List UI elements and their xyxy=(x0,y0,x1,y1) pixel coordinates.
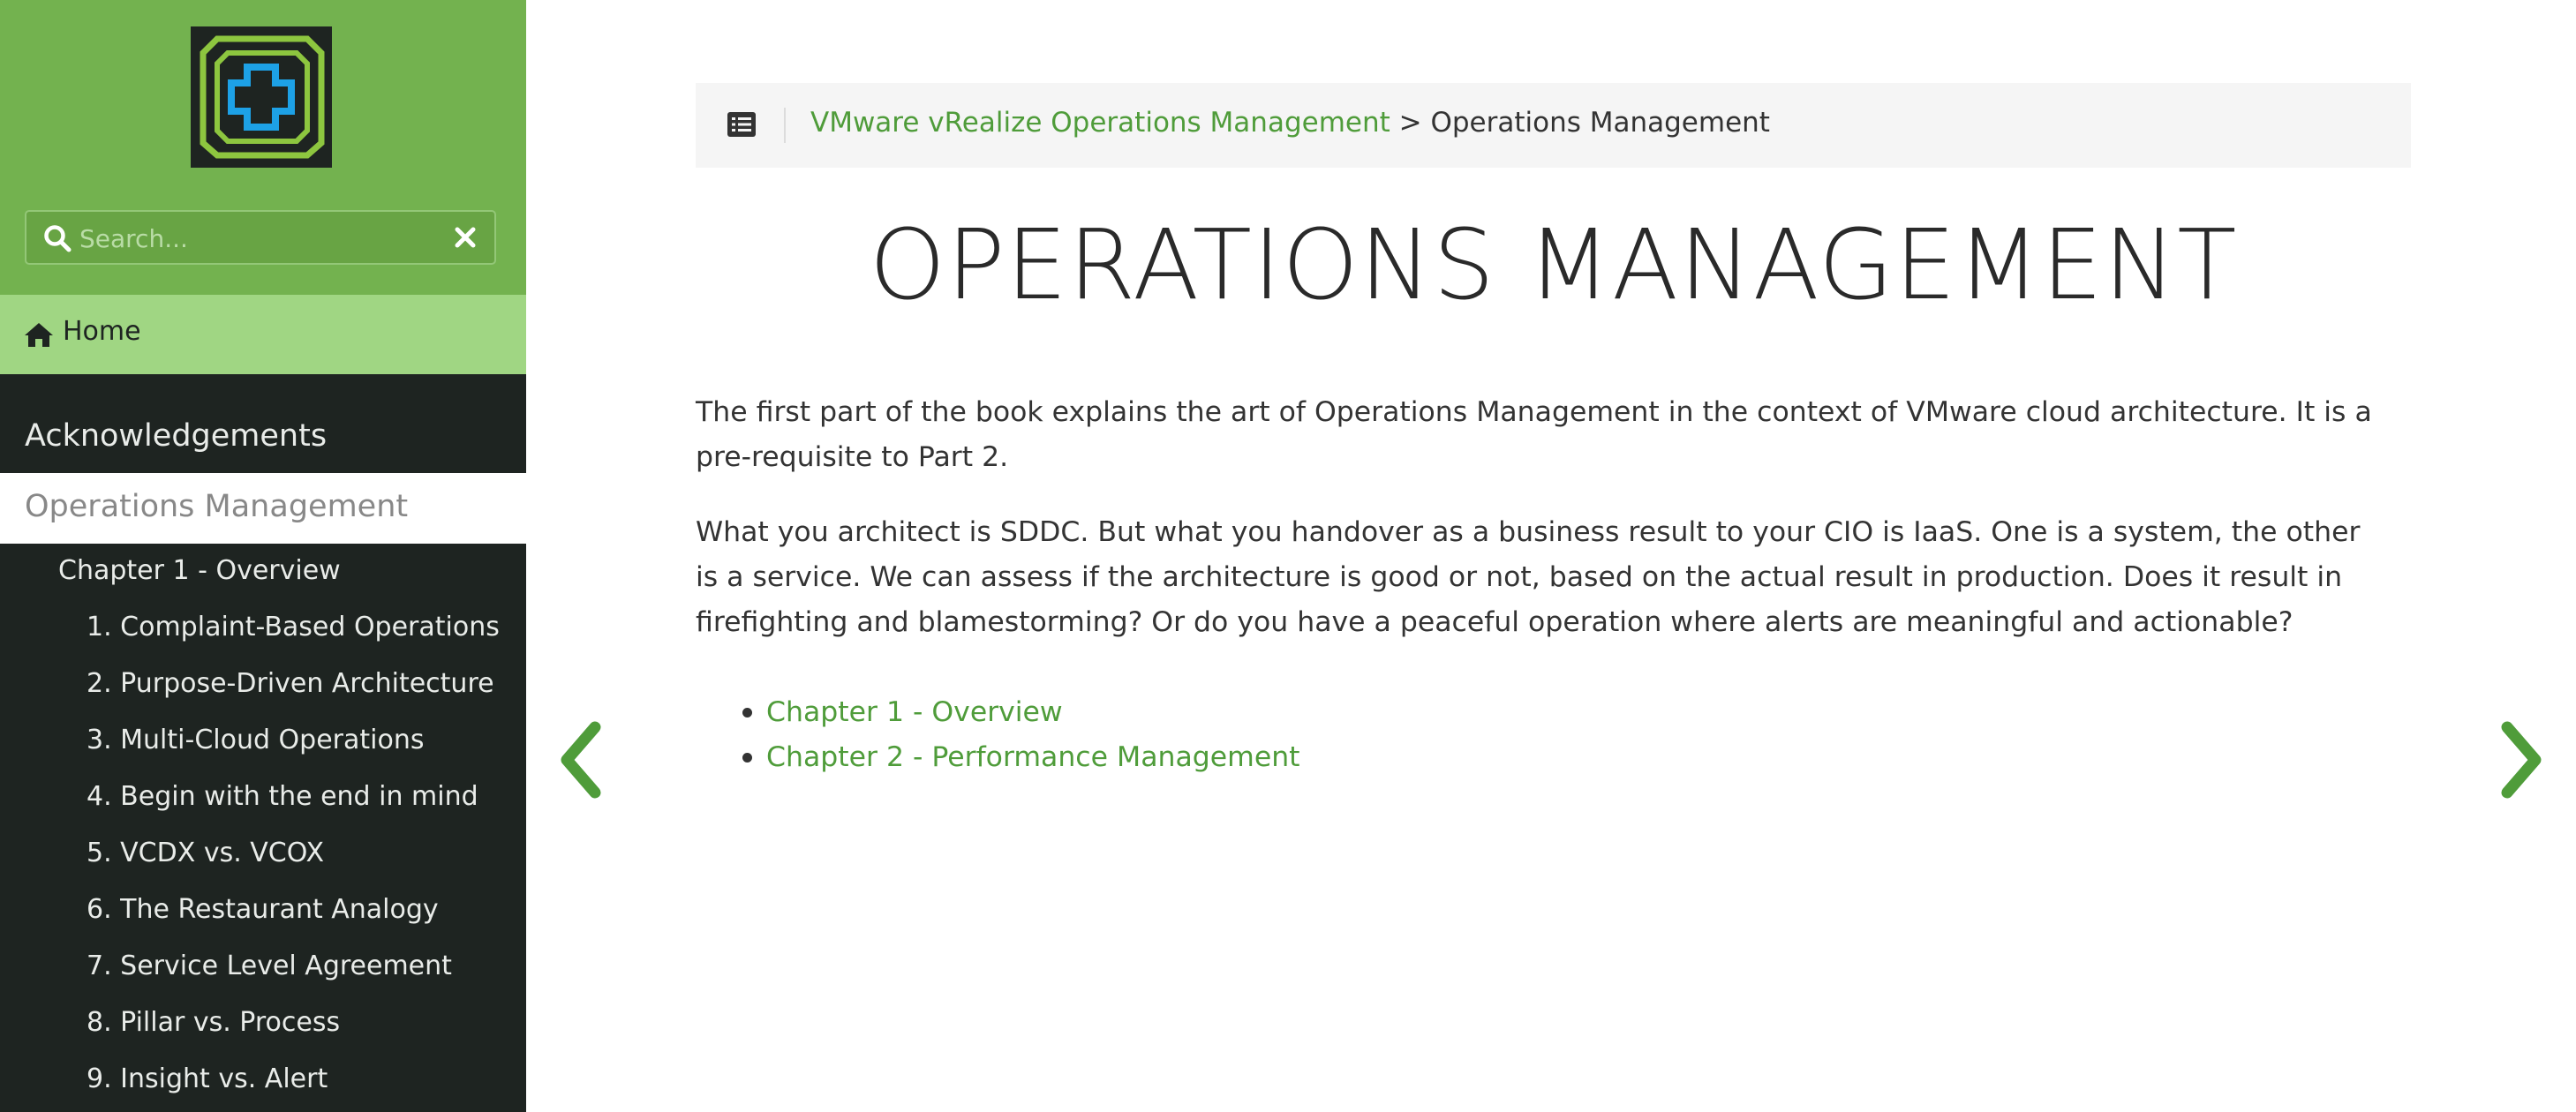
sidebar: Home Acknowledgements Operations Managem… xyxy=(0,0,526,1112)
sidebar-item-operations-management[interactable]: Operations Management xyxy=(0,473,526,544)
chapter-1-link[interactable]: Chapter 1 - Overview xyxy=(766,696,1063,728)
list-item: Chapter 2 - Performance Management xyxy=(696,735,1300,780)
page-title: OPERATIONS MANAGEMENT xyxy=(869,208,2238,321)
home-icon xyxy=(25,323,53,347)
breadcrumb-parent-link[interactable]: VMware vRealize Operations Management xyxy=(810,107,1390,139)
sidebar-item-label: 5. VCDX vs. VCOX xyxy=(87,838,324,868)
list-item: Chapter 1 - Overview xyxy=(696,690,1300,735)
search-icon xyxy=(44,225,72,252)
search-box xyxy=(25,210,496,265)
sidebar-item-label: 4. Begin with the end in mind xyxy=(87,781,478,812)
sidebar-item-label: 8. Pillar vs. Process xyxy=(87,1007,341,1038)
sidebar-item-label: Operations Management xyxy=(25,489,409,524)
sidebar-item-label: 9. Insight vs. Alert xyxy=(87,1063,328,1094)
sidebar-item-section-2[interactable]: 2. Purpose-Driven Architecture xyxy=(0,657,526,713)
sidebar-item-acknowledgements[interactable]: Acknowledgements xyxy=(0,402,526,473)
sidebar-item-section-8[interactable]: 8. Pillar vs. Process xyxy=(0,996,526,1052)
sidebar-item-label: 6. The Restaurant Analogy xyxy=(87,894,439,925)
sidebar-item-label: 2. Purpose-Driven Architecture xyxy=(87,668,494,699)
chevron-right-icon[interactable] xyxy=(2497,720,2546,800)
breadcrumb: VMware vRealize Operations Management > … xyxy=(810,107,1770,139)
sidebar-item-section-7[interactable]: 7. Service Level Agreement xyxy=(0,939,526,996)
sidebar-header xyxy=(0,0,526,295)
vrealize-logo-icon[interactable] xyxy=(191,26,332,168)
body-paragraph: What you architect is SDDC. But what you… xyxy=(696,516,2361,638)
sidebar-item-label: Chapter 1 - Overview xyxy=(58,555,341,586)
sidebar-item-section-6[interactable]: 6. The Restaurant Analogy xyxy=(0,883,526,939)
sidebar-item-section-3[interactable]: 3. Multi-Cloud Operations xyxy=(0,713,526,770)
breadcrumb-separator: > xyxy=(1390,107,1431,139)
search-input[interactable] xyxy=(78,219,434,258)
close-icon[interactable] xyxy=(452,224,478,251)
sidebar-item-home[interactable]: Home xyxy=(0,295,526,374)
sidebar-item-label: 7. Service Level Agreement xyxy=(87,950,452,981)
breadcrumb-current: Operations Management xyxy=(1430,107,1770,139)
sidebar-item-section-4[interactable]: 4. Begin with the end in mind xyxy=(0,770,526,826)
sidebar-item-section-1[interactable]: 1. Complaint-Based Operations xyxy=(0,600,526,657)
chapter-2-link[interactable]: Chapter 2 - Performance Management xyxy=(766,741,1300,773)
sidebar-item-section-5[interactable]: 5. VCDX vs. VCOX xyxy=(0,826,526,883)
sidebar-item-chapter-1[interactable]: Chapter 1 - Overview xyxy=(0,544,526,600)
breadcrumb-bar: VMware vRealize Operations Management > … xyxy=(696,83,2411,168)
sidebar-item-label: Acknowledgements xyxy=(25,418,328,454)
sidebar-item-section-9[interactable]: 9. Insight vs. Alert xyxy=(0,1052,526,1108)
sidebar-item-label: 1. Complaint-Based Operations xyxy=(87,612,500,642)
chevron-left-icon[interactable] xyxy=(556,720,606,800)
chapter-list: Chapter 1 - Overview Chapter 2 - Perform… xyxy=(696,690,1300,780)
home-label: Home xyxy=(63,316,141,347)
breadcrumb-divider xyxy=(784,108,786,143)
sidebar-item-label: 3. Multi-Cloud Operations xyxy=(87,725,425,755)
intro-paragraph: The first part of the book explains the … xyxy=(696,396,2372,473)
list-icon[interactable] xyxy=(727,112,756,137)
